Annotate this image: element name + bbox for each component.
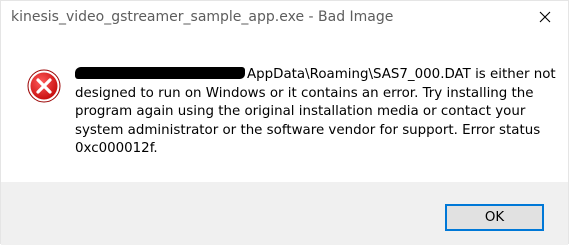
ok-button[interactable]: OK xyxy=(445,204,544,231)
error-message: AppData\Roaming\SAS7_000.DAT is either n… xyxy=(75,66,557,159)
dialog-content: AppData\Roaming\SAS7_000.DAT is either n… xyxy=(1,33,568,182)
close-icon xyxy=(539,11,551,23)
redacted-path xyxy=(75,67,245,79)
message-line1: AppData\Roaming\SAS7_000.DAT is either xyxy=(247,67,530,82)
bad-image-dialog: kinesis_video_gstreamer_sample_app.exe -… xyxy=(0,0,569,245)
button-bar: OK xyxy=(1,182,568,245)
close-button[interactable] xyxy=(528,3,562,31)
window-title: kinesis_video_gstreamer_sample_app.exe -… xyxy=(11,9,394,25)
title-bar[interactable]: kinesis_video_gstreamer_sample_app.exe -… xyxy=(1,1,568,33)
error-icon xyxy=(27,69,61,103)
